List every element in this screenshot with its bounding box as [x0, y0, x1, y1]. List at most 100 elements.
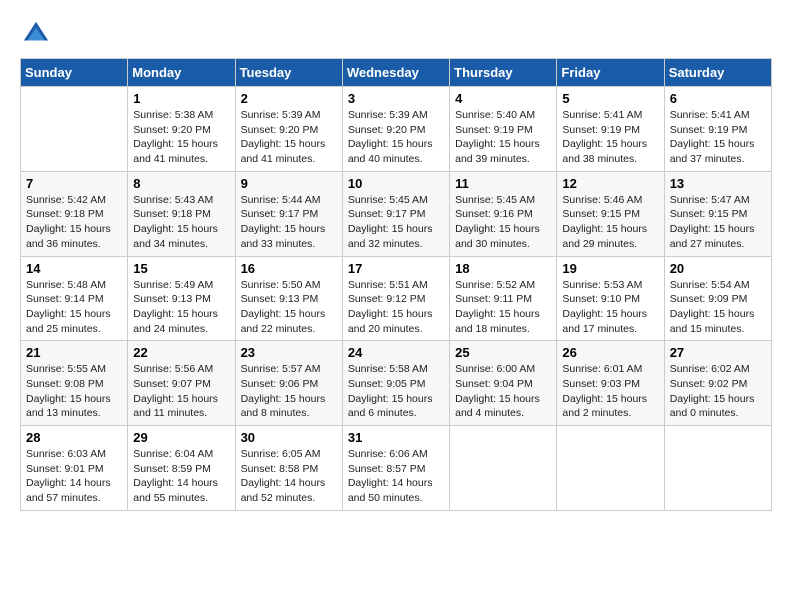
day-info: Sunrise: 5:44 AM Sunset: 9:17 PM Dayligh… — [241, 193, 337, 252]
day-number: 12 — [562, 176, 658, 191]
day-info: Sunrise: 5:56 AM Sunset: 9:07 PM Dayligh… — [133, 362, 229, 421]
day-number: 15 — [133, 261, 229, 276]
logo — [20, 20, 50, 48]
day-number: 1 — [133, 91, 229, 106]
day-number: 21 — [26, 345, 122, 360]
calendar-cell: 8 Sunrise: 5:43 AM Sunset: 9:18 PM Daylig… — [128, 171, 235, 256]
day-number: 16 — [241, 261, 337, 276]
calendar-cell: 16 Sunrise: 5:50 AM Sunset: 9:13 PM Dayli… — [235, 256, 342, 341]
day-info: Sunrise: 5:51 AM Sunset: 9:12 PM Dayligh… — [348, 278, 444, 337]
calendar-cell: 2 Sunrise: 5:39 AM Sunset: 9:20 PM Daylig… — [235, 87, 342, 172]
day-info: Sunrise: 5:45 AM Sunset: 9:17 PM Dayligh… — [348, 193, 444, 252]
weekday-header: Saturday — [664, 59, 771, 87]
day-info: Sunrise: 6:02 AM Sunset: 9:02 PM Dayligh… — [670, 362, 766, 421]
calendar-cell: 13 Sunrise: 5:47 AM Sunset: 9:15 PM Dayli… — [664, 171, 771, 256]
day-info: Sunrise: 5:48 AM Sunset: 9:14 PM Dayligh… — [26, 278, 122, 337]
calendar-cell: 17 Sunrise: 5:51 AM Sunset: 9:12 PM Dayli… — [342, 256, 449, 341]
calendar-cell: 12 Sunrise: 5:46 AM Sunset: 9:15 PM Dayli… — [557, 171, 664, 256]
day-number: 9 — [241, 176, 337, 191]
calendar-cell: 26 Sunrise: 6:01 AM Sunset: 9:03 PM Dayli… — [557, 341, 664, 426]
calendar-cell: 9 Sunrise: 5:44 AM Sunset: 9:17 PM Daylig… — [235, 171, 342, 256]
calendar-cell: 6 Sunrise: 5:41 AM Sunset: 9:19 PM Daylig… — [664, 87, 771, 172]
day-info: Sunrise: 6:04 AM Sunset: 8:59 PM Dayligh… — [133, 447, 229, 506]
day-number: 13 — [670, 176, 766, 191]
day-info: Sunrise: 5:38 AM Sunset: 9:20 PM Dayligh… — [133, 108, 229, 167]
day-info: Sunrise: 5:58 AM Sunset: 9:05 PM Dayligh… — [348, 362, 444, 421]
day-info: Sunrise: 5:50 AM Sunset: 9:13 PM Dayligh… — [241, 278, 337, 337]
day-number: 6 — [670, 91, 766, 106]
day-info: Sunrise: 5:43 AM Sunset: 9:18 PM Dayligh… — [133, 193, 229, 252]
day-info: Sunrise: 5:57 AM Sunset: 9:06 PM Dayligh… — [241, 362, 337, 421]
day-info: Sunrise: 5:55 AM Sunset: 9:08 PM Dayligh… — [26, 362, 122, 421]
day-number: 23 — [241, 345, 337, 360]
day-info: Sunrise: 6:01 AM Sunset: 9:03 PM Dayligh… — [562, 362, 658, 421]
calendar-cell: 21 Sunrise: 5:55 AM Sunset: 9:08 PM Dayli… — [21, 341, 128, 426]
day-number: 18 — [455, 261, 551, 276]
day-info: Sunrise: 5:49 AM Sunset: 9:13 PM Dayligh… — [133, 278, 229, 337]
day-info: Sunrise: 5:47 AM Sunset: 9:15 PM Dayligh… — [670, 193, 766, 252]
day-info: Sunrise: 5:53 AM Sunset: 9:10 PM Dayligh… — [562, 278, 658, 337]
day-info: Sunrise: 5:41 AM Sunset: 9:19 PM Dayligh… — [670, 108, 766, 167]
calendar-cell: 5 Sunrise: 5:41 AM Sunset: 9:19 PM Daylig… — [557, 87, 664, 172]
calendar-cell: 1 Sunrise: 5:38 AM Sunset: 9:20 PM Daylig… — [128, 87, 235, 172]
day-number: 2 — [241, 91, 337, 106]
day-number: 17 — [348, 261, 444, 276]
calendar-cell: 7 Sunrise: 5:42 AM Sunset: 9:18 PM Daylig… — [21, 171, 128, 256]
calendar-cell: 4 Sunrise: 5:40 AM Sunset: 9:19 PM Daylig… — [450, 87, 557, 172]
day-info: Sunrise: 5:39 AM Sunset: 9:20 PM Dayligh… — [241, 108, 337, 167]
calendar-cell: 3 Sunrise: 5:39 AM Sunset: 9:20 PM Daylig… — [342, 87, 449, 172]
calendar-cell — [557, 426, 664, 511]
day-info: Sunrise: 5:45 AM Sunset: 9:16 PM Dayligh… — [455, 193, 551, 252]
day-info: Sunrise: 5:39 AM Sunset: 9:20 PM Dayligh… — [348, 108, 444, 167]
calendar-cell: 23 Sunrise: 5:57 AM Sunset: 9:06 PM Dayli… — [235, 341, 342, 426]
day-number: 11 — [455, 176, 551, 191]
day-number: 24 — [348, 345, 444, 360]
day-info: Sunrise: 5:54 AM Sunset: 9:09 PM Dayligh… — [670, 278, 766, 337]
day-info: Sunrise: 5:40 AM Sunset: 9:19 PM Dayligh… — [455, 108, 551, 167]
weekday-header: Thursday — [450, 59, 557, 87]
day-number: 5 — [562, 91, 658, 106]
calendar-header: SundayMondayTuesdayWednesdayThursdayFrid… — [21, 59, 772, 87]
calendar-cell — [664, 426, 771, 511]
day-info: Sunrise: 6:05 AM Sunset: 8:58 PM Dayligh… — [241, 447, 337, 506]
calendar-cell — [450, 426, 557, 511]
day-number: 3 — [348, 91, 444, 106]
day-info: Sunrise: 5:42 AM Sunset: 9:18 PM Dayligh… — [26, 193, 122, 252]
weekday-header: Tuesday — [235, 59, 342, 87]
day-number: 25 — [455, 345, 551, 360]
day-number: 7 — [26, 176, 122, 191]
weekday-header: Wednesday — [342, 59, 449, 87]
weekday-header: Monday — [128, 59, 235, 87]
day-number: 10 — [348, 176, 444, 191]
page-header — [20, 20, 772, 48]
day-info: Sunrise: 5:41 AM Sunset: 9:19 PM Dayligh… — [562, 108, 658, 167]
calendar-cell: 30Sunrise: 6:05 AM Sunset: 8:58 PM Dayli… — [235, 426, 342, 511]
day-info: Sunrise: 5:52 AM Sunset: 9:11 PM Dayligh… — [455, 278, 551, 337]
day-number: 20 — [670, 261, 766, 276]
day-number: 22 — [133, 345, 229, 360]
calendar-cell: 24 Sunrise: 5:58 AM Sunset: 9:05 PM Dayli… — [342, 341, 449, 426]
day-number: 27 — [670, 345, 766, 360]
calendar-cell: 25 Sunrise: 6:00 AM Sunset: 9:04 PM Dayli… — [450, 341, 557, 426]
day-number: 28 — [26, 430, 122, 445]
day-number: 8 — [133, 176, 229, 191]
calendar-cell: 11 Sunrise: 5:45 AM Sunset: 9:16 PM Dayli… — [450, 171, 557, 256]
day-info: Sunrise: 5:46 AM Sunset: 9:15 PM Dayligh… — [562, 193, 658, 252]
calendar-cell — [21, 87, 128, 172]
day-number: 31 — [348, 430, 444, 445]
calendar-cell: 20 Sunrise: 5:54 AM Sunset: 9:09 PM Dayli… — [664, 256, 771, 341]
day-number: 26 — [562, 345, 658, 360]
calendar-cell: 28 Sunrise: 6:03 AM Sunset: 9:01 PM Dayli… — [21, 426, 128, 511]
calendar-cell: 15 Sunrise: 5:49 AM Sunset: 9:13 PM Dayli… — [128, 256, 235, 341]
day-info: Sunrise: 6:06 AM Sunset: 8:57 PM Dayligh… — [348, 447, 444, 506]
logo-icon — [22, 20, 50, 48]
calendar-cell: 22 Sunrise: 5:56 AM Sunset: 9:07 PM Dayli… — [128, 341, 235, 426]
calendar-cell: 14Sunrise: 5:48 AM Sunset: 9:14 PM Dayli… — [21, 256, 128, 341]
day-info: Sunrise: 6:00 AM Sunset: 9:04 PM Dayligh… — [455, 362, 551, 421]
day-number: 4 — [455, 91, 551, 106]
day-info: Sunrise: 6:03 AM Sunset: 9:01 PM Dayligh… — [26, 447, 122, 506]
calendar-cell: 31 Sunrise: 6:06 AM Sunset: 8:57 PM Dayli… — [342, 426, 449, 511]
calendar-cell: 19Sunrise: 5:53 AM Sunset: 9:10 PM Dayli… — [557, 256, 664, 341]
day-number: 29 — [133, 430, 229, 445]
calendar-cell: 10 Sunrise: 5:45 AM Sunset: 9:17 PM Dayli… — [342, 171, 449, 256]
